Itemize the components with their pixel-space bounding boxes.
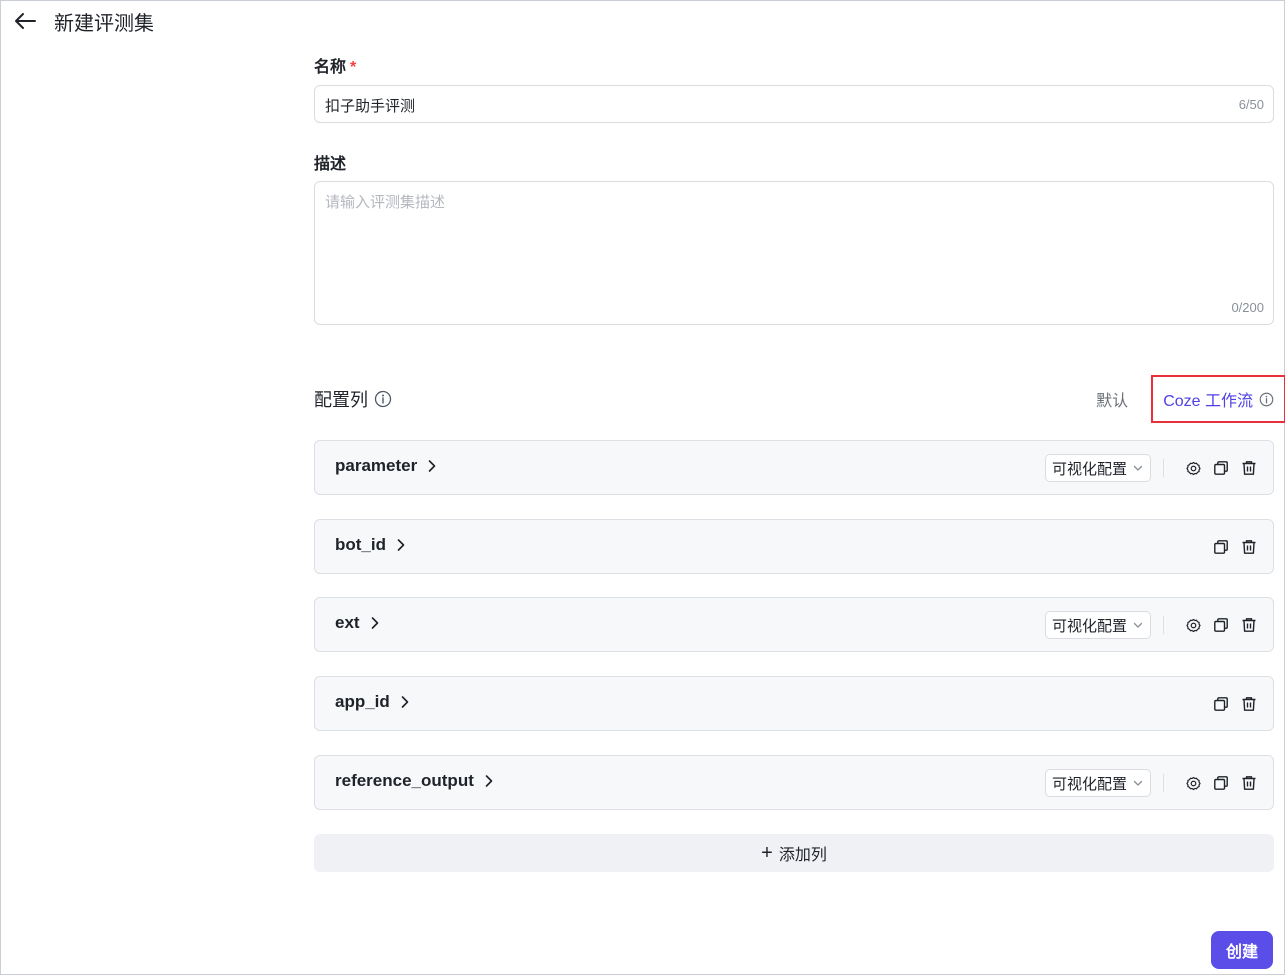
description-char-counter: 0/200 (1231, 300, 1264, 315)
page-header: 新建评测集 (13, 7, 154, 35)
trash-icon[interactable] (1239, 615, 1259, 635)
add-column-label: 添加列 (778, 847, 827, 864)
trash-icon[interactable] (1239, 773, 1259, 793)
column-name: reference_output (335, 771, 474, 790)
config-mode-select[interactable]: 可视化配置 (1044, 611, 1151, 639)
config-mode-value: 可视化配置 (1051, 775, 1127, 793)
name-input-value[interactable]: 扣子助手评测 (325, 95, 415, 116)
column-row: app_id (314, 676, 1274, 731)
mode-coze-label[interactable]: Coze 工作流 (1163, 387, 1253, 411)
add-column-button[interactable]: + 添加列 (314, 834, 1274, 872)
column-name: bot_id (335, 535, 386, 554)
chevron-down-icon (1133, 622, 1143, 629)
gear-icon[interactable] (1183, 773, 1203, 793)
column-row: bot_id (314, 519, 1274, 574)
name-input[interactable]: 扣子助手评测 6/50 (314, 85, 1274, 123)
trash-icon[interactable] (1239, 458, 1259, 478)
column-row: reference_output 可视化配置 (314, 755, 1274, 810)
column-name: app_id (335, 692, 390, 711)
column-actions: 可视化配置 (1044, 454, 1259, 482)
divider (1163, 774, 1164, 792)
trash-icon[interactable] (1239, 694, 1259, 714)
chevron-right-icon (484, 774, 494, 788)
config-mode-select[interactable]: 可视化配置 (1044, 454, 1151, 482)
column-name: parameter (335, 456, 418, 475)
column-actions: 可视化配置 (1044, 769, 1259, 797)
column-name-toggle[interactable]: ext (335, 613, 380, 633)
divider (1163, 459, 1164, 477)
column-name-toggle[interactable]: reference_output (335, 771, 494, 791)
page-frame: 新建评测集 名称 * 扣子助手评测 6/50 描述 请输入评测集描述 0/200 … (0, 0, 1285, 975)
name-label-text: 名称 (314, 59, 347, 76)
mode-coze-workflow-option[interactable]: Coze 工作流 (1151, 375, 1285, 423)
config-mode-value: 可视化配置 (1051, 460, 1127, 478)
name-label: 名称 * (314, 53, 356, 77)
column-name: ext (335, 613, 360, 632)
column-actions: 可视化配置 (1044, 611, 1259, 639)
name-char-counter: 6/50 (1238, 97, 1264, 112)
coze-info-icon[interactable] (1259, 392, 1274, 407)
copy-icon[interactable] (1211, 694, 1231, 714)
gear-icon[interactable] (1183, 458, 1203, 478)
plus-icon: + (761, 842, 773, 864)
column-actions (1211, 533, 1259, 561)
copy-icon[interactable] (1211, 537, 1231, 557)
column-name-toggle[interactable]: parameter (335, 456, 437, 476)
chevron-right-icon (396, 538, 406, 552)
columns-section-title-text: 配置列 (314, 390, 368, 410)
required-mark: * (350, 59, 357, 76)
column-row: ext 可视化配置 (314, 597, 1274, 652)
chevron-right-icon (400, 695, 410, 709)
column-mode-switch: 默认 Coze 工作流 (1096, 375, 1285, 423)
config-mode-value: 可视化配置 (1051, 617, 1127, 635)
back-arrow-icon[interactable] (13, 9, 37, 33)
chevron-right-icon (370, 616, 380, 630)
description-textarea[interactable]: 请输入评测集描述 0/200 (314, 181, 1274, 325)
column-actions (1211, 690, 1259, 718)
description-placeholder[interactable]: 请输入评测集描述 (325, 191, 445, 212)
columns-section-title: 配置列 (314, 386, 392, 412)
description-label: 描述 (314, 156, 347, 173)
info-icon[interactable] (374, 390, 392, 408)
copy-icon[interactable] (1211, 615, 1231, 635)
column-name-toggle[interactable]: bot_id (335, 535, 406, 555)
gear-icon[interactable] (1183, 615, 1203, 635)
config-mode-select[interactable]: 可视化配置 (1044, 769, 1151, 797)
mode-default-option[interactable]: 默认 (1096, 387, 1128, 411)
trash-icon[interactable] (1239, 537, 1259, 557)
chevron-right-icon (427, 459, 437, 473)
divider (1163, 616, 1164, 634)
create-button[interactable]: 创建 (1211, 931, 1273, 969)
column-name-toggle[interactable]: app_id (335, 692, 410, 712)
chevron-down-icon (1133, 780, 1143, 787)
page-title: 新建评测集 (54, 12, 154, 35)
copy-icon[interactable] (1211, 458, 1231, 478)
chevron-down-icon (1133, 465, 1143, 472)
column-row: parameter 可视化配置 (314, 440, 1274, 495)
copy-icon[interactable] (1211, 773, 1231, 793)
